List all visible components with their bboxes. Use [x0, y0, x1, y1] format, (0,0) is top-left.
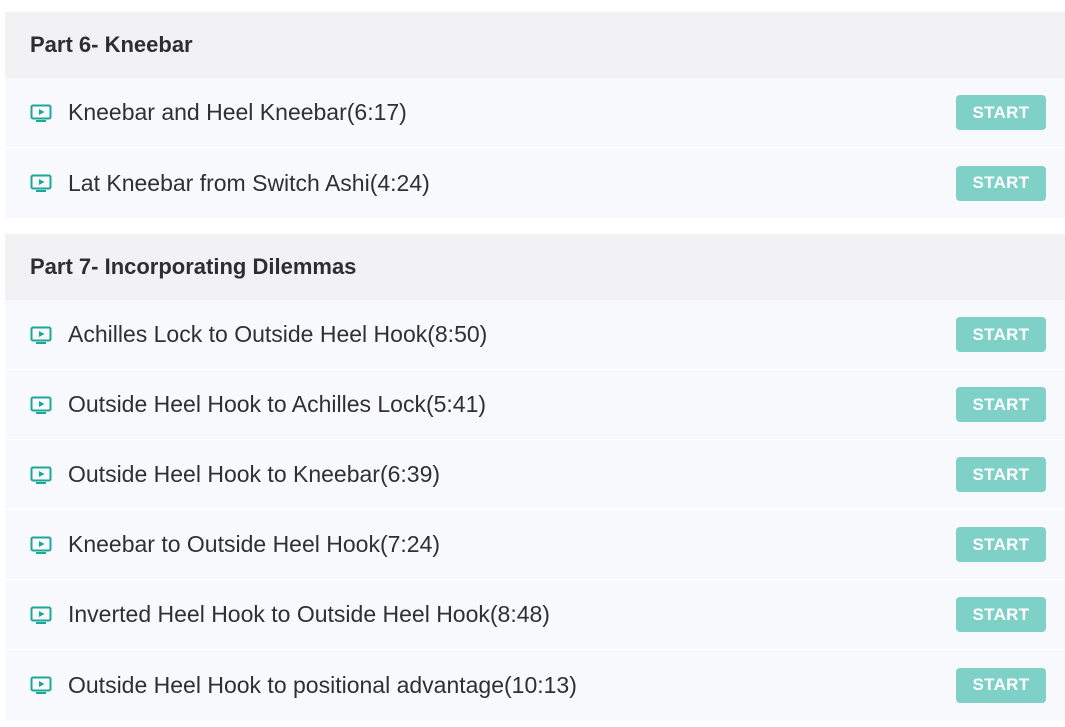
play-video-icon	[30, 536, 52, 554]
lecture-list: Kneebar and Heel Kneebar(6:17) START Lat…	[5, 78, 1065, 218]
lecture-title: Kneebar to Outside Heel Hook(7:24)	[68, 531, 441, 557]
lecture-title: Achilles Lock to Outside Heel Hook(8:50)	[68, 321, 488, 347]
play-video-icon	[30, 606, 52, 624]
lecture-title: Lat Kneebar from Switch Ashi(4:24)	[68, 169, 430, 196]
play-video-icon	[30, 396, 52, 414]
lecture-title: Outside Heel Hook to positional advantag…	[68, 671, 577, 698]
lecture-title: Kneebar and Heel Kneebar(6:17)	[68, 99, 407, 125]
start-button[interactable]: START	[956, 165, 1046, 201]
lecture-item[interactable]: Kneebar and Heel Kneebar(6:17) START	[5, 78, 1065, 148]
play-video-icon	[30, 466, 52, 484]
lecture-title: Outside Heel Hook to Achilles Lock(5:41)	[68, 391, 487, 417]
play-video-icon	[30, 174, 52, 192]
start-button[interactable]: START	[956, 527, 1046, 562]
lecture-title: Inverted Heel Hook to Outside Heel Hook(…	[68, 601, 550, 627]
play-video-icon	[30, 676, 52, 694]
start-button[interactable]: START	[956, 667, 1046, 703]
lecture-title: Outside Heel Hook to Kneebar(6:39)	[68, 461, 441, 487]
play-video-icon	[30, 326, 52, 344]
section-part-6: Part 6- Kneebar Kneebar and Heel Kneebar…	[5, 12, 1065, 218]
start-button[interactable]: START	[956, 317, 1046, 352]
lecture-item[interactable]: Inverted Heel Hook to Outside Heel Hook(…	[5, 580, 1065, 650]
start-button[interactable]: START	[956, 95, 1046, 130]
lecture-item[interactable]: Outside Heel Hook to Achilles Lock(5:41)…	[5, 370, 1065, 440]
lecture-item[interactable]: Achilles Lock to Outside Heel Hook(8:50)…	[5, 300, 1065, 370]
course-curriculum: Part 6- Kneebar Kneebar and Heel Kneebar…	[0, 0, 1065, 727]
lecture-item[interactable]: Kneebar to Outside Heel Hook(7:24) START	[5, 510, 1065, 580]
section-part-7: Part 7- Incorporating Dilemmas Achilles …	[5, 234, 1065, 720]
start-button[interactable]: START	[956, 457, 1046, 492]
start-button[interactable]: START	[956, 597, 1046, 632]
start-button[interactable]: START	[956, 387, 1046, 422]
lecture-item[interactable]: Outside Heel Hook to positional advantag…	[5, 650, 1065, 720]
lecture-list: Achilles Lock to Outside Heel Hook(8:50)…	[5, 300, 1065, 720]
section-title: Part 7- Incorporating Dilemmas	[5, 234, 1065, 300]
lecture-item[interactable]: Outside Heel Hook to Kneebar(6:39) START	[5, 440, 1065, 510]
lecture-item[interactable]: Lat Kneebar from Switch Ashi(4:24) START	[5, 148, 1065, 218]
section-title: Part 6- Kneebar	[5, 12, 1065, 78]
play-video-icon	[30, 104, 52, 122]
